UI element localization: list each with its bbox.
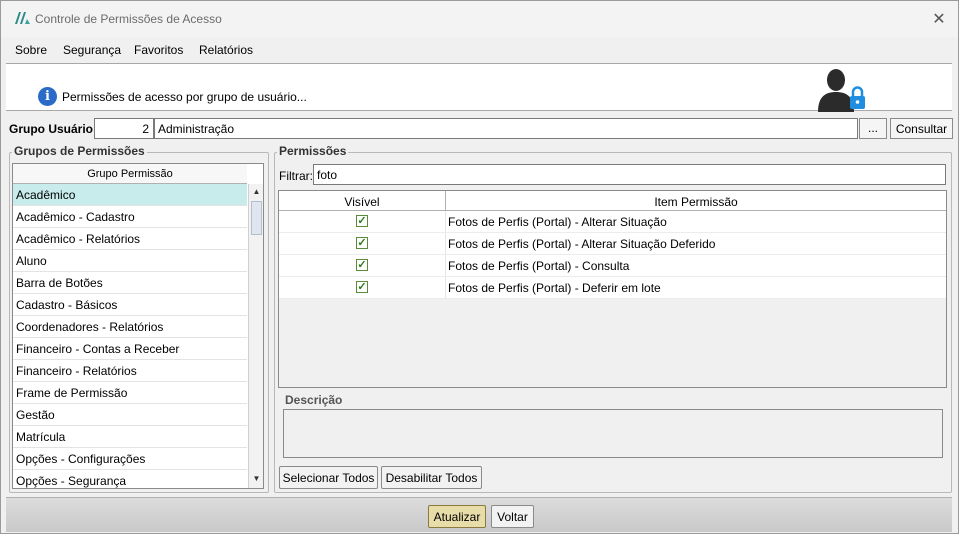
table-row[interactable]: ✓ Fotos de Perfis (Portal) - Alterar Situ… (279, 211, 946, 233)
update-button[interactable]: Atualizar (428, 505, 486, 528)
list-item[interactable]: Frame de Permissão (13, 382, 247, 404)
permissions-title: Permissões (277, 144, 349, 158)
vertical-scrollbar[interactable]: ▲ ▼ (248, 184, 263, 488)
visible-cell: ✓ (279, 277, 446, 298)
group-name-field[interactable]: Administração (154, 118, 858, 139)
group-permission-column-header[interactable]: Grupo Permissão (13, 164, 247, 184)
menu-seguranca[interactable]: Segurança (63, 43, 121, 57)
list-item[interactable]: Barra de Botões (13, 272, 247, 294)
consult-button[interactable]: Consultar (890, 118, 953, 139)
list-item[interactable]: Financeiro - Relatórios (13, 360, 247, 382)
select-all-button[interactable]: Selecionar Todos (279, 466, 378, 489)
title-bar: Controle de Permissões de Acesso ✕ (1, 1, 958, 37)
visible-checkbox[interactable]: ✓ (356, 237, 368, 249)
grid-header: Visível Item Permissão (279, 191, 946, 211)
description-field[interactable] (283, 409, 943, 458)
list-item[interactable]: Matrícula (13, 426, 247, 448)
close-icon: ✕ (932, 11, 946, 28)
scroll-down-icon[interactable]: ▼ (251, 474, 262, 485)
group-id-field[interactable]: 2 (94, 118, 154, 139)
visible-cell: ✓ (279, 211, 446, 232)
app-logo-icon (15, 12, 30, 24)
scroll-thumb[interactable] (251, 201, 262, 235)
main-window: Controle de Permissões de Acesso ✕ Sobre… (0, 0, 959, 534)
banner-text: Permissões de acesso por grupo de usuári… (62, 90, 307, 104)
list-item[interactable]: Cadastro - Básicos (13, 294, 247, 316)
list-item[interactable]: Acadêmico - Relatórios (13, 228, 247, 250)
permission-item-text: Fotos de Perfis (Portal) - Consulta (448, 259, 630, 273)
permission-groups-list: Grupo Permissão Acadêmico Acadêmico - Cad… (12, 163, 264, 489)
table-row[interactable]: ✓ Fotos de Perfis (Portal) - Deferir em l… (279, 277, 946, 299)
table-row[interactable]: ✓ Fotos de Perfis (Portal) - Consulta (279, 255, 946, 277)
info-banner: i Permissões de acesso por grupo de usuá… (6, 63, 952, 112)
info-icon: i (38, 87, 57, 106)
group-rows: Acadêmico Acadêmico - Cadastro Acadêmico -… (13, 184, 247, 488)
list-item[interactable]: Opções - Segurança (13, 470, 247, 488)
list-item[interactable]: Gestão (13, 404, 247, 426)
visible-checkbox[interactable]: ✓ (356, 215, 368, 227)
browse-group-button[interactable]: ... (859, 118, 887, 139)
list-item[interactable]: Coordenadores - Relatórios (13, 316, 247, 338)
disable-all-button[interactable]: Desabilitar Todos (381, 466, 482, 489)
visible-cell: ✓ (279, 255, 446, 276)
visible-checkbox[interactable]: ✓ (356, 259, 368, 271)
footer-bar: Atualizar Voltar (6, 497, 952, 532)
permission-item-text: Fotos de Perfis (Portal) - Alterar Situa… (448, 237, 716, 251)
list-item[interactable]: Acadêmico - Cadastro (13, 206, 247, 228)
column-header-visible[interactable]: Visível (279, 191, 446, 210)
permissions-grid: Visível Item Permissão ✓ Fotos de Perfis … (278, 190, 947, 388)
filter-input[interactable]: foto (313, 164, 946, 185)
menu-favoritos[interactable]: Favoritos (134, 43, 183, 57)
permission-item-text: Fotos de Perfis (Portal) - Deferir em lo… (448, 281, 661, 295)
list-item[interactable]: Financeiro - Contas a Receber (13, 338, 247, 360)
menu-sobre[interactable]: Sobre (15, 43, 47, 57)
window-title: Controle de Permissões de Acesso (35, 12, 222, 26)
list-item[interactable]: Acadêmico (13, 184, 247, 206)
scroll-up-icon[interactable]: ▲ (251, 187, 262, 198)
visible-cell: ✓ (279, 233, 446, 254)
menu-relatorios[interactable]: Relatórios (199, 43, 253, 57)
menu-bar: Sobre Segurança Favoritos Relatórios (1, 37, 958, 62)
description-label: Descrição (284, 393, 344, 407)
visible-checkbox[interactable]: ✓ (356, 281, 368, 293)
user-lock-icon (818, 69, 865, 112)
close-button[interactable]: ✕ (926, 7, 952, 31)
group-user-label: Grupo Usuário: (9, 122, 98, 136)
permission-groups-title: Grupos de Permissões (12, 144, 147, 158)
list-item[interactable]: Opções - Configurações (13, 448, 247, 470)
back-button[interactable]: Voltar (491, 505, 534, 528)
filter-label: Filtrar: (279, 169, 313, 183)
table-row[interactable]: ✓ Fotos de Perfis (Portal) - Alterar Situ… (279, 233, 946, 255)
list-item[interactable]: Aluno (13, 250, 247, 272)
column-header-item[interactable]: Item Permissão (446, 191, 946, 210)
permission-item-text: Fotos de Perfis (Portal) - Alterar Situa… (448, 215, 667, 229)
